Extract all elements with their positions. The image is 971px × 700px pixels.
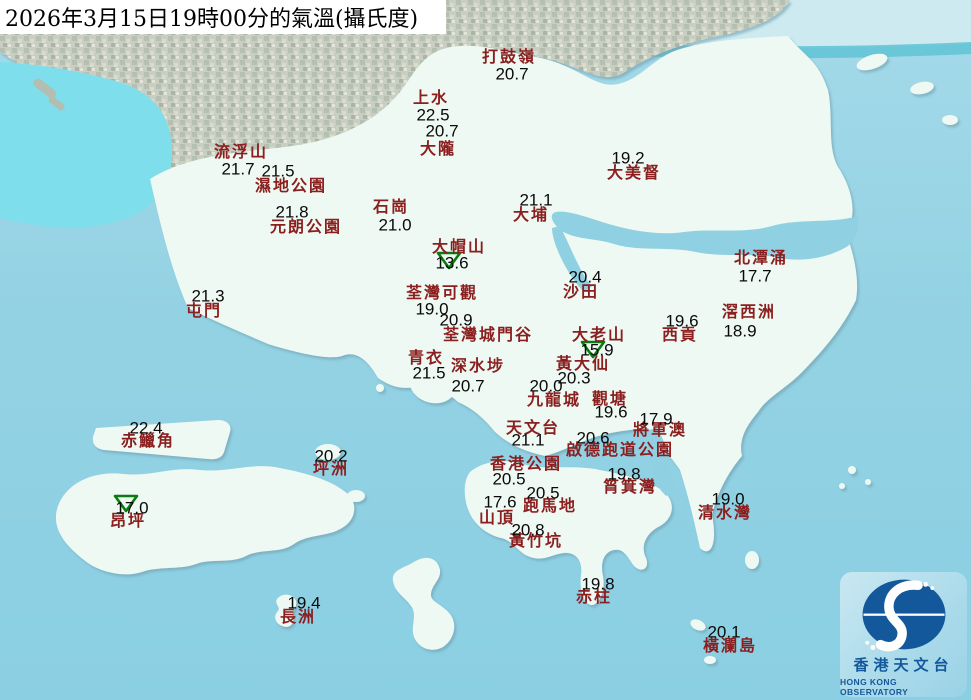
stations-layer: 打鼓嶺 20.7 上水 22.5 大隴 20.7 流浮山 21.7 濕地公園 2… — [0, 0, 971, 700]
map-title: 2026年3月15日19時00分的氣溫(攝氏度) — [0, 0, 446, 34]
station-temperature: 19.6 — [665, 313, 698, 330]
station-temperature: 17.7 — [738, 268, 771, 285]
temperature-map: 2026年3月15日19時00分的氣溫(攝氏度) 打鼓嶺 20.7 上水 22.… — [0, 0, 971, 700]
station-temperature: 19.6 — [594, 404, 627, 421]
station-temperature: 20.8 — [511, 522, 544, 539]
station-temperature: 20.9 — [439, 312, 472, 329]
station-temperature: 17.6 — [483, 494, 516, 511]
station-temperature: 19.0 — [711, 491, 744, 508]
station-temperature: 21.5 — [412, 365, 445, 382]
station-temperature: 20.7 — [451, 378, 484, 395]
hko-logo-english: HONG KONG OBSERVATORY — [840, 677, 967, 697]
station-temperature: 21.1 — [519, 192, 552, 209]
station-name: 石崗 — [373, 199, 409, 215]
station-temperature: 19.4 — [287, 595, 320, 612]
station-temperature: 17.0 — [115, 500, 148, 517]
station-temperature: 20.5 — [526, 485, 559, 502]
station-temperature: 20.2 — [314, 448, 347, 465]
station-temperature: 18.9 — [723, 323, 756, 340]
station-temperature: 13.6 — [435, 255, 468, 272]
station-temperature: 21.7 — [221, 161, 254, 178]
station-temperature: 19.2 — [611, 150, 644, 167]
station-name: 山頂 — [479, 510, 515, 526]
hko-logo: 香港天文台 HONG KONG OBSERVATORY — [840, 572, 967, 697]
station-name: 深水埗 — [451, 358, 505, 374]
station-name: 滘西洲 — [722, 304, 776, 320]
station-temperature: 21.1 — [511, 432, 544, 449]
station-temperature: 20.5 — [492, 471, 525, 488]
station-temperature: 20.6 — [576, 430, 609, 447]
station-temperature: 19.8 — [607, 466, 640, 483]
station-temperature: 21.0 — [378, 217, 411, 234]
station-temperature: 20.4 — [568, 269, 601, 286]
station-temperature: 20.1 — [707, 624, 740, 641]
station-temperature: 17.9 — [639, 411, 672, 428]
station-temperature: 21.3 — [191, 288, 224, 305]
station-temperature: 19.8 — [581, 576, 614, 593]
station-name: 上水 — [413, 90, 449, 106]
station-name: 打鼓嶺 — [482, 49, 536, 65]
station-temperature: 21.5 — [261, 163, 294, 180]
station-name: 大隴 — [420, 141, 456, 157]
station-temperature: 20.7 — [425, 123, 458, 140]
station-temperature: 20.0 — [529, 378, 562, 395]
station-temperature: 22.4 — [129, 420, 162, 437]
station-temperature: 21.8 — [275, 204, 308, 221]
station-name: 北潭涌 — [734, 250, 788, 266]
hko-emblem-icon — [843, 574, 965, 655]
hko-logo-chinese: 香港天文台 — [853, 654, 953, 675]
station-name: 流浮山 — [214, 144, 268, 160]
station-temperature: 20.7 — [495, 66, 528, 83]
